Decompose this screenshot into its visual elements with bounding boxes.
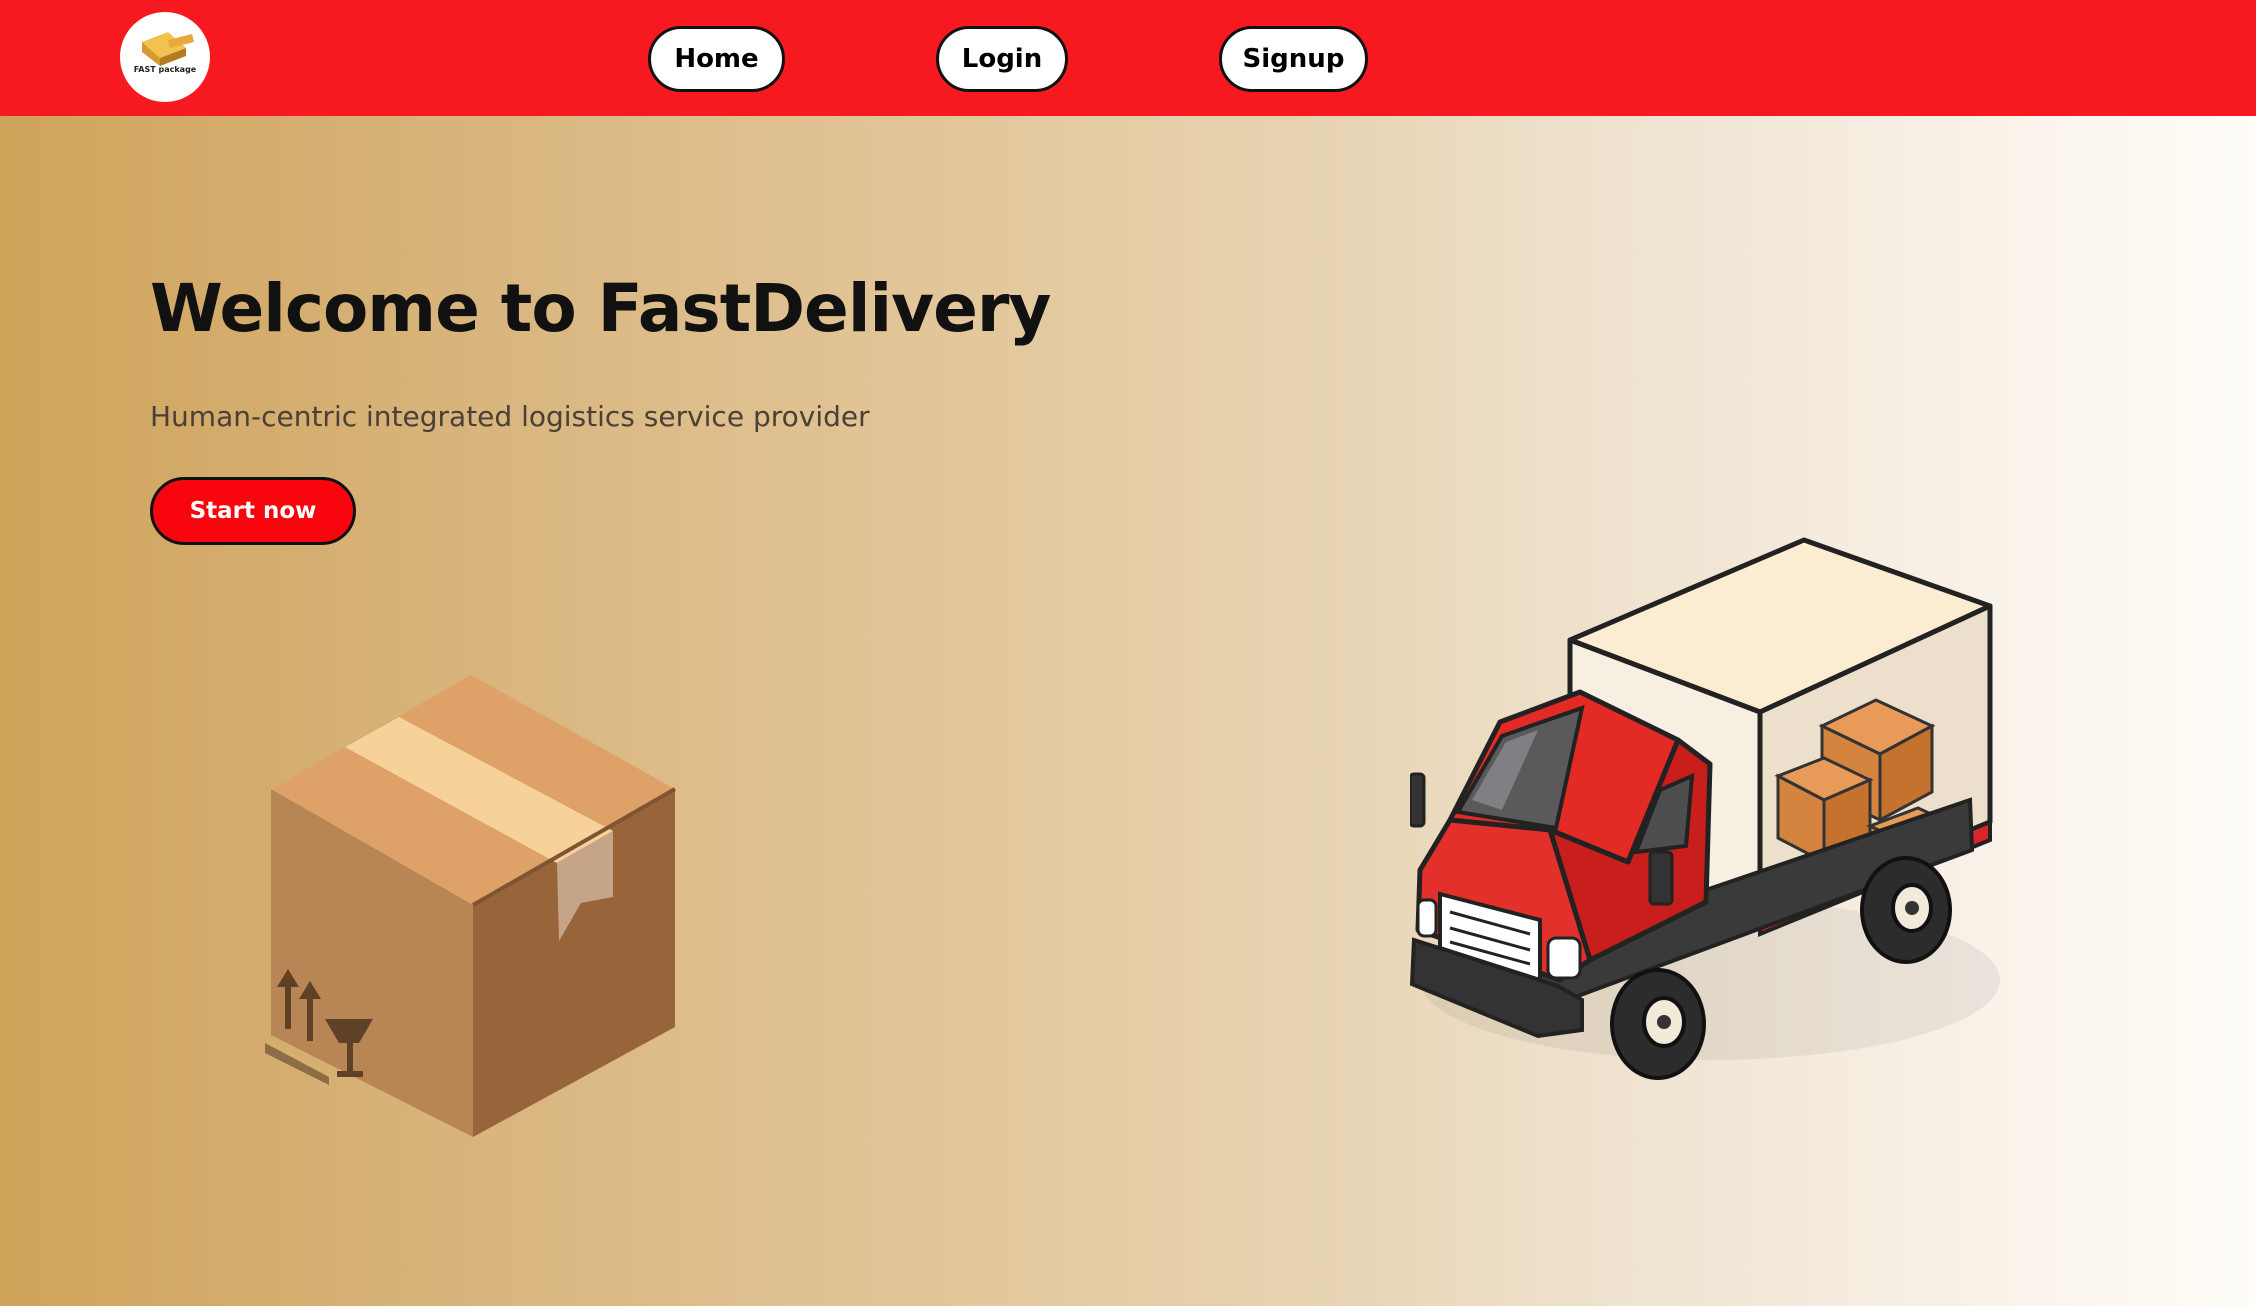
logo-graphic — [142, 32, 194, 66]
logo-text: FAST package — [133, 65, 197, 74]
page-title: Welcome to FastDelivery — [150, 270, 1051, 347]
start-now-button[interactable]: Start now — [150, 477, 356, 545]
nav-home-button[interactable]: Home — [648, 26, 785, 92]
hero-subtitle: Human-centric integrated logistics servi… — [150, 400, 870, 433]
top-navbar: FAST package Home Login Signup — [0, 0, 2256, 116]
nav-signup-button[interactable]: Signup — [1219, 26, 1368, 92]
nav-login-button[interactable]: Login — [936, 26, 1068, 92]
box-illustration — [255, 665, 685, 1149]
truck-illustration — [1408, 530, 2010, 1094]
logo-icon[interactable]: FAST package — [120, 12, 210, 102]
